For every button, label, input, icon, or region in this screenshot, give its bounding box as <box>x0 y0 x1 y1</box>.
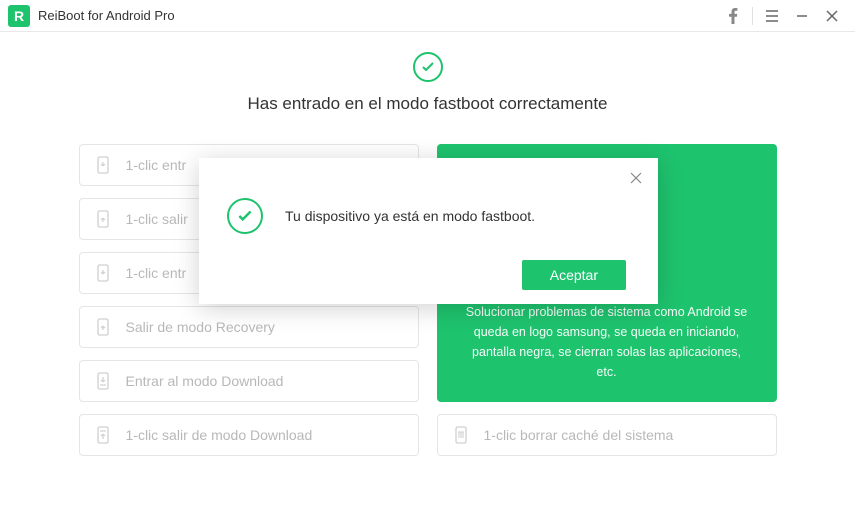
modal-body: Tu dispositivo ya está en modo fastboot. <box>199 158 658 234</box>
titlebar-right <box>718 0 847 32</box>
feature-description: Solucionar problemas de sistema como And… <box>461 302 753 382</box>
menu-icon[interactable] <box>757 0 787 32</box>
option-exit-recovery[interactable]: Salir de modo Recovery <box>79 306 419 348</box>
option-label: 1-clic entr <box>126 265 187 281</box>
phone-trash-icon <box>452 426 470 444</box>
modal-close-icon[interactable] <box>626 168 646 188</box>
option-enter-download[interactable]: Entrar al modo Download <box>79 360 419 402</box>
option-clear-cache[interactable]: 1-clic borrar caché del sistema <box>437 414 777 456</box>
titlebar-left: R ReiBoot for Android Pro <box>8 5 175 27</box>
minimize-icon[interactable] <box>787 0 817 32</box>
phone-down-icon <box>94 156 112 174</box>
phone-down-icon <box>94 264 112 282</box>
headline: Has entrado en el modo fastboot correcta… <box>247 94 607 114</box>
modal-success-icon <box>227 198 263 234</box>
modal-message: Tu dispositivo ya está en modo fastboot. <box>285 208 535 224</box>
option-label: Entrar al modo Download <box>126 373 284 389</box>
modal-dialog: Tu dispositivo ya está en modo fastboot.… <box>199 158 658 304</box>
phone-upload-icon <box>94 426 112 444</box>
option-label: 1-clic entr <box>126 157 187 173</box>
accept-button[interactable]: Aceptar <box>522 260 626 290</box>
option-exit-download[interactable]: 1-clic salir de modo Download <box>79 414 419 456</box>
option-label: 1-clic borrar caché del sistema <box>484 427 674 443</box>
option-label: 1-clic salir <box>126 211 188 227</box>
titlebar: R ReiBoot for Android Pro <box>0 0 855 32</box>
phone-up-icon <box>94 210 112 228</box>
success-check-icon <box>413 52 443 82</box>
separator <box>752 7 753 25</box>
app-logo: R <box>8 5 30 27</box>
close-icon[interactable] <box>817 0 847 32</box>
option-label: Salir de modo Recovery <box>126 319 275 335</box>
phone-download-icon <box>94 372 112 390</box>
option-label: 1-clic salir de modo Download <box>126 427 313 443</box>
modal-footer: Aceptar <box>522 260 626 290</box>
app-title: ReiBoot for Android Pro <box>38 8 175 23</box>
phone-up-icon <box>94 318 112 336</box>
facebook-icon[interactable] <box>718 0 748 32</box>
